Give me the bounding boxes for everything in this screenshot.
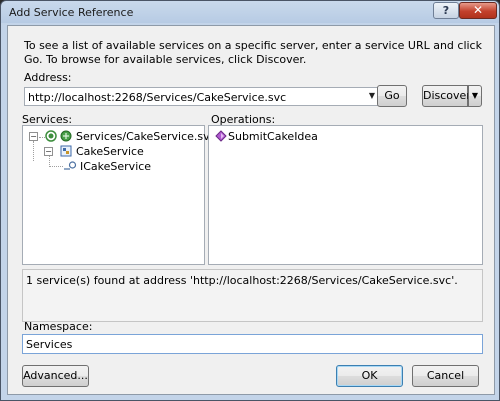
tree-node-label: CakeService: [76, 145, 144, 158]
status-area: 1 service(s) found at address 'http://lo…: [22, 269, 483, 322]
address-combobox[interactable]: http://localhost:2268/Services/CakeServi…: [24, 87, 379, 106]
collapse-icon[interactable]: −: [44, 147, 53, 156]
close-icon: ✕: [472, 3, 484, 17]
title-bar[interactable]: Add Service Reference ? ✕: [1, 1, 500, 25]
go-button[interactable]: Go: [377, 85, 407, 107]
namespace-input[interactable]: Services: [22, 334, 483, 354]
operations-list[interactable]: SubmitCakeIdea: [208, 125, 483, 265]
chevron-down-icon[interactable]: ▼: [369, 91, 375, 100]
namespace-value: Services: [26, 338, 73, 351]
dialog-body: To see a list of available services on a…: [7, 25, 495, 395]
operation-label: SubmitCakeIdea: [228, 130, 318, 143]
tree-node-label: ICakeService: [80, 160, 152, 173]
intro-text: To see a list of available services on a…: [24, 39, 482, 66]
discover-dropdown-icon[interactable]: ▼: [468, 85, 482, 107]
advanced-button[interactable]: Advanced...: [22, 365, 89, 387]
collapse-icon[interactable]: −: [29, 132, 38, 141]
address-value: http://localhost:2268/Services/CakeServi…: [28, 91, 287, 104]
namespace-label: Namespace:: [24, 320, 93, 333]
service-reference-icon: [60, 130, 72, 142]
cancel-button[interactable]: Cancel: [412, 365, 479, 387]
close-button[interactable]: ✕: [459, 2, 497, 19]
window-title: Add Service Reference: [9, 6, 134, 19]
interface-icon: [64, 161, 77, 170]
status-ok-icon: [45, 130, 57, 142]
tree-node-label: Services/CakeService.svc: [76, 130, 216, 143]
method-icon: [215, 130, 227, 142]
dialog-window: Add Service Reference ? ✕ To see a list …: [0, 0, 500, 401]
help-button[interactable]: ?: [433, 2, 459, 19]
status-text: 1 service(s) found at address 'http://lo…: [26, 274, 458, 287]
address-label: Address:: [24, 71, 72, 84]
service-class-icon: [60, 145, 72, 157]
discover-button[interactable]: Discover: [422, 85, 471, 107]
ok-button[interactable]: OK: [336, 365, 403, 387]
services-tree[interactable]: − Services/CakeService.svc − CakeService…: [22, 125, 216, 265]
